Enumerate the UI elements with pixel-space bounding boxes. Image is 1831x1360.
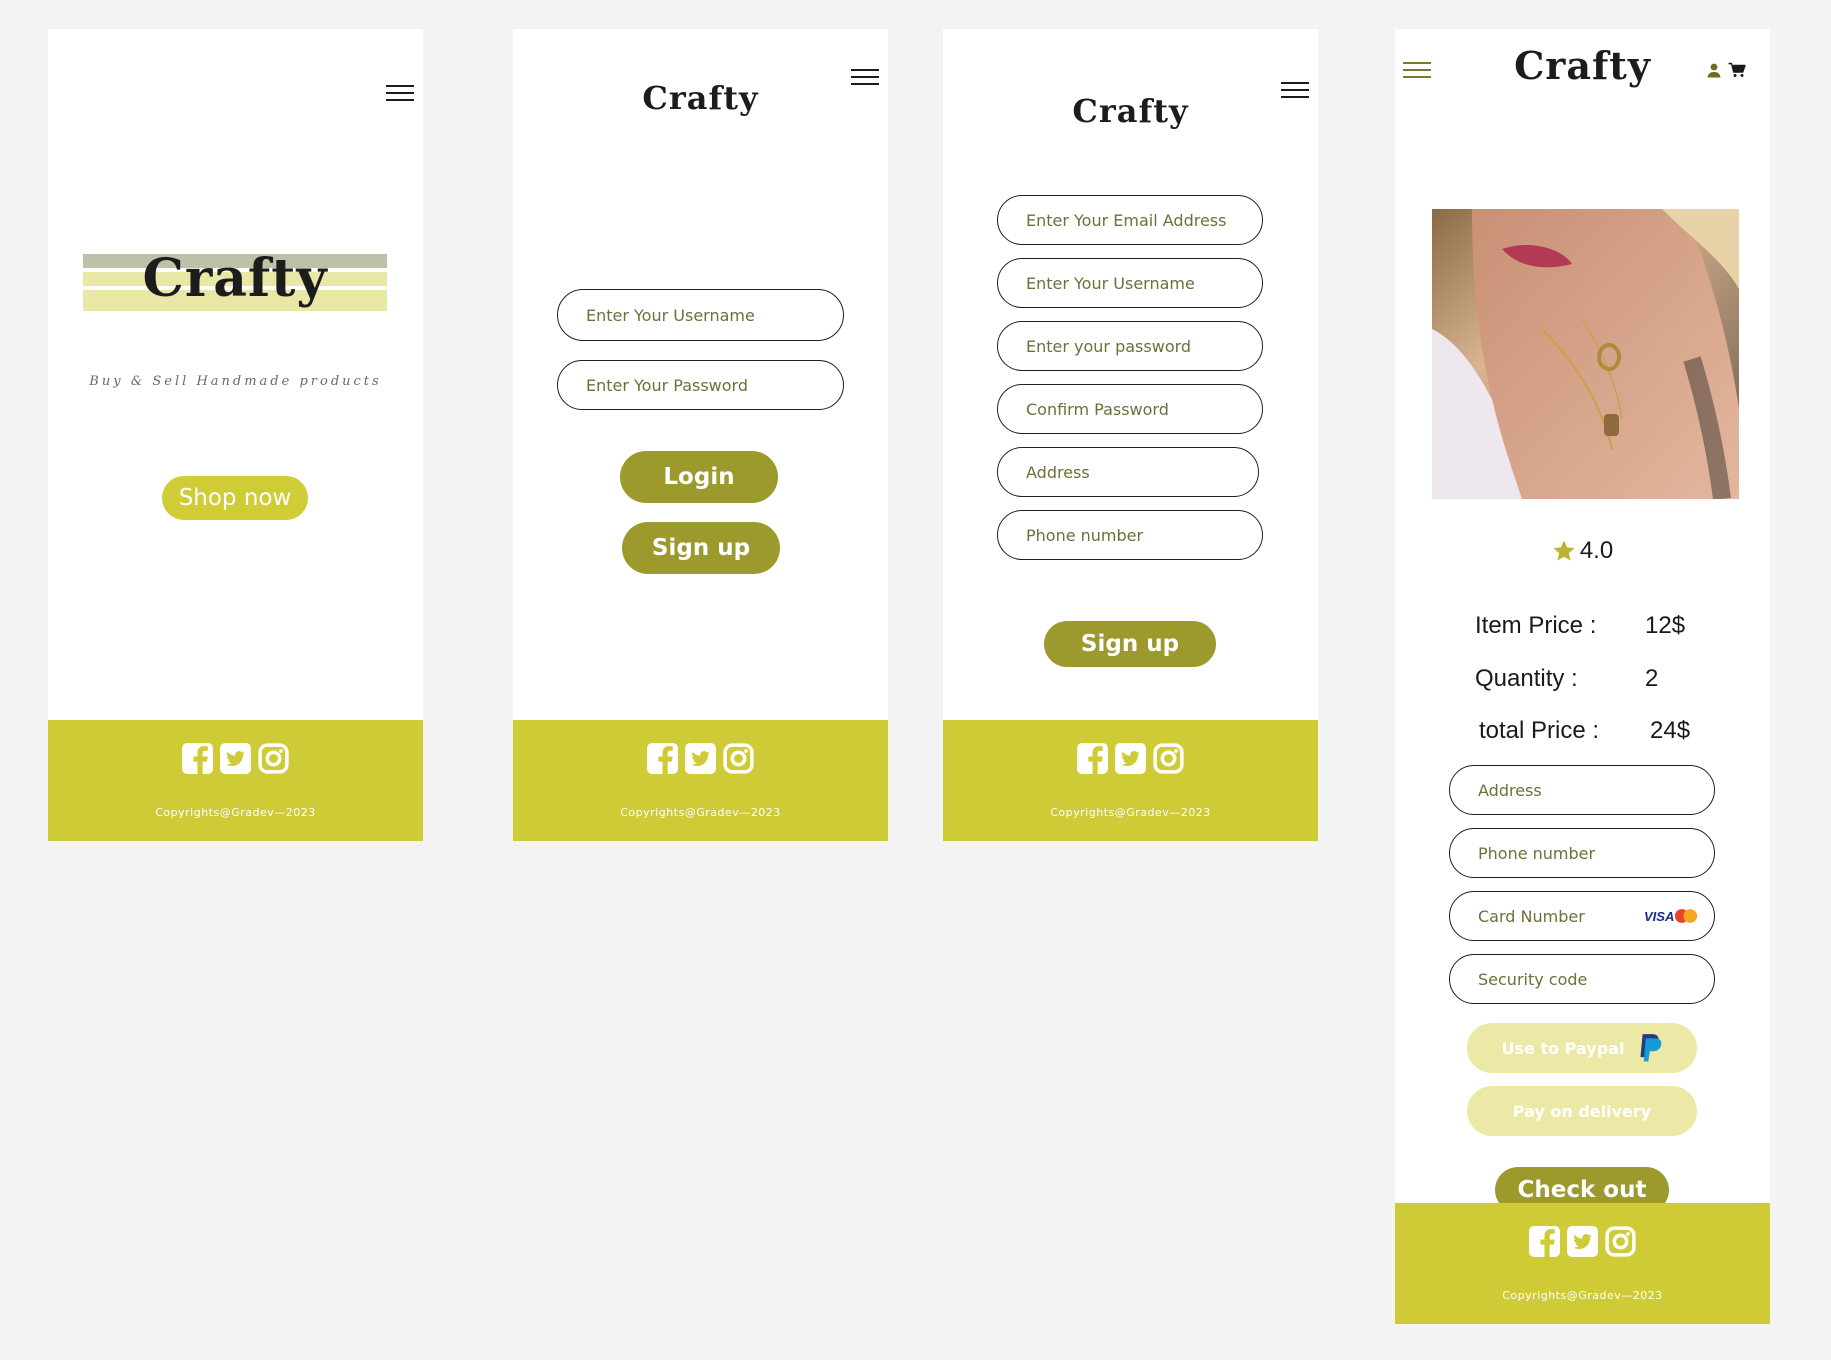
paypal-icon	[1640, 1034, 1662, 1062]
product-image	[1432, 209, 1739, 499]
rating-value: 4.0	[1579, 537, 1614, 564]
twitter-icon[interactable]	[1566, 1225, 1599, 1258]
hero-logo: Crafty	[83, 248, 387, 314]
phone-input[interactable]: Phone number	[1449, 828, 1715, 878]
brand-logo: Crafty	[642, 79, 759, 117]
field-placeholder: Enter Your Email Address	[1026, 210, 1227, 230]
total-price-value: 24$	[1650, 717, 1691, 744]
confirm-password-input[interactable]: Confirm Password	[997, 384, 1263, 434]
copyright-text: Copyrights@Gradev—2023	[1502, 1289, 1663, 1302]
shop-now-button[interactable]: Shop now	[162, 476, 308, 520]
signup-button[interactable]: Sign up	[622, 522, 780, 574]
twitter-icon[interactable]	[219, 742, 252, 775]
instagram-icon[interactable]	[1152, 742, 1185, 775]
brand-logo: Crafty	[1072, 92, 1189, 130]
field-placeholder: Enter Your Username	[1026, 273, 1195, 293]
rating: 4.0	[1395, 537, 1770, 565]
footer: Copyrights@Gradev—2023	[513, 720, 888, 841]
quantity-label: Quantity :	[1475, 665, 1578, 692]
security-placeholder: Security code	[1478, 969, 1588, 989]
total-price-label: total Price :	[1479, 717, 1600, 744]
signup-button[interactable]: Sign up	[1044, 621, 1216, 667]
item-price-value: 12$	[1645, 612, 1686, 639]
login-screen: Crafty Enter Your Username Enter Your Pa…	[513, 29, 888, 841]
mastercard-icon	[1674, 909, 1698, 923]
landing-screen: Crafty Buy & Sell Handmade products Shop…	[48, 29, 423, 841]
brand-logo: Crafty	[142, 248, 328, 309]
tagline: Buy & Sell Handmade products	[89, 374, 382, 389]
star-icon	[1553, 540, 1575, 561]
menu-icon[interactable]	[386, 85, 414, 103]
twitter-icon[interactable]	[1114, 742, 1147, 775]
username-input[interactable]: Enter Your Username	[557, 289, 844, 341]
card-placeholder: Card Number	[1478, 906, 1585, 926]
signup-screen: Crafty Enter Your Email Address Enter Yo…	[943, 29, 1318, 841]
twitter-icon[interactable]	[684, 742, 717, 775]
address-input[interactable]: Address	[997, 447, 1259, 497]
password-input[interactable]: Enter your password	[997, 321, 1263, 371]
copyright-text: Copyrights@Gradev—2023	[620, 806, 781, 819]
pay-on-delivery-button[interactable]: Pay on delivery	[1467, 1086, 1697, 1136]
security-code-input[interactable]: Security code	[1449, 954, 1715, 1004]
user-icon[interactable]	[1706, 62, 1722, 78]
footer: Copyrights@Gradev—2023	[943, 720, 1318, 841]
email-input[interactable]: Enter Your Email Address	[997, 195, 1263, 245]
instagram-icon[interactable]	[722, 742, 755, 775]
username-placeholder: Enter Your Username	[586, 305, 755, 325]
cart-icon[interactable]	[1728, 62, 1746, 78]
facebook-icon[interactable]	[1076, 742, 1109, 775]
facebook-icon[interactable]	[646, 742, 679, 775]
address-input[interactable]: Address	[1449, 765, 1715, 815]
footer: Copyrights@Gradev—2023	[48, 720, 423, 841]
phone-input[interactable]: Phone number	[997, 510, 1263, 560]
facebook-icon[interactable]	[181, 742, 214, 775]
instagram-icon[interactable]	[257, 742, 290, 775]
svg-text:VISA: VISA	[1644, 909, 1674, 923]
item-price-label: Item Price :	[1475, 612, 1597, 639]
quantity-value: 2	[1645, 665, 1659, 692]
address-placeholder: Address	[1478, 780, 1542, 800]
field-placeholder: Enter your password	[1026, 336, 1192, 356]
password-placeholder: Enter Your Password	[586, 375, 749, 395]
field-placeholder: Confirm Password	[1026, 399, 1169, 419]
checkout-screen: Crafty 4.0 Item Price : 12$ Quantity: 2…	[1395, 29, 1770, 1324]
phone-placeholder: Phone number	[1478, 843, 1596, 863]
username-input[interactable]: Enter Your Username	[997, 258, 1263, 308]
field-placeholder: Phone number	[1026, 525, 1144, 545]
paypal-label: Use to Paypal	[1501, 1038, 1625, 1058]
instagram-icon[interactable]	[1604, 1225, 1637, 1258]
copyright-text: Copyrights@Gradev—2023	[155, 806, 316, 819]
facebook-icon[interactable]	[1528, 1225, 1561, 1258]
password-input[interactable]: Enter Your Password	[557, 360, 844, 410]
paypal-button[interactable]: Use to Paypal	[1467, 1023, 1697, 1073]
card-number-input[interactable]: Card Number VISA	[1449, 891, 1715, 941]
field-placeholder: Address	[1026, 462, 1090, 482]
footer: Copyrights@Gradev—2023	[1395, 1203, 1770, 1324]
copyright-text: Copyrights@Gradev—2023	[1050, 806, 1211, 819]
login-button[interactable]: Login	[620, 451, 778, 503]
